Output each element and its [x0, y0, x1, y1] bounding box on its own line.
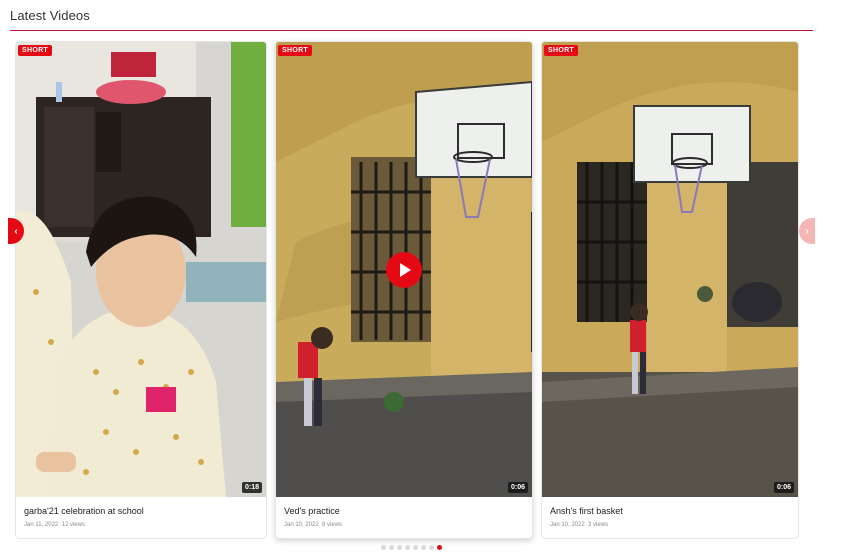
carousel-next-button[interactable]: ›: [799, 218, 815, 244]
short-badge: SHORT: [278, 45, 312, 56]
video-carousel: SHORT 0:18 garba'21 celebration at schoo…: [0, 30, 846, 556]
chevron-left-icon: ‹: [14, 225, 18, 237]
video-title[interactable]: Ansh's first basket: [550, 506, 623, 516]
video-meta: Jan 10, 2022 8 views: [284, 522, 342, 528]
pagination-dot[interactable]: [429, 545, 434, 550]
video-card[interactable]: SHORT 0:18 garba'21 celebration at schoo…: [15, 41, 267, 539]
video-views: 12 views: [61, 522, 85, 528]
section-title: Latest Videos: [10, 8, 90, 23]
video-title[interactable]: Ved's practice: [284, 506, 340, 516]
short-badge: SHORT: [544, 45, 578, 56]
video-thumbnail[interactable]: SHORT 0:06: [542, 42, 798, 497]
duration-label: 0:06: [507, 482, 528, 493]
play-icon: [400, 262, 411, 277]
video-date: Jan 10, 2022: [550, 522, 585, 528]
video-meta: Jan 10, 2022 3 views: [550, 522, 608, 528]
carousel-pagination: [381, 545, 442, 550]
video-date: Jan 11, 2022: [24, 522, 59, 528]
video-date: Jan 10, 2022: [284, 522, 319, 528]
pagination-dot[interactable]: [421, 545, 426, 550]
pagination-dot[interactable]: [389, 545, 394, 550]
video-card[interactable]: SHORT 0:06 Ansh's first basket Jan 10, 2…: [541, 41, 799, 539]
video-title[interactable]: garba'21 celebration at school: [24, 506, 144, 516]
short-badge: SHORT: [18, 45, 52, 56]
duration-label: 0:18: [241, 482, 262, 493]
video-thumbnail[interactable]: SHORT 0:18: [16, 42, 266, 497]
thumbnail-image: [542, 42, 798, 497]
pagination-dot[interactable]: [381, 545, 386, 550]
video-meta: Jan 11, 2022 12 views: [24, 522, 85, 528]
video-card[interactable]: SHORT 0:06 Ved's practice Jan 10, 2022 8…: [275, 41, 533, 539]
thumbnail-image: [16, 42, 266, 497]
pagination-dot[interactable]: [437, 545, 442, 550]
video-views: 8 views: [322, 522, 343, 528]
video-views: 3 views: [588, 522, 609, 528]
duration-label: 0:06: [773, 482, 794, 493]
pagination-dot[interactable]: [413, 545, 418, 550]
video-thumbnail[interactable]: SHORT 0:06: [276, 42, 532, 497]
pagination-dot[interactable]: [397, 545, 402, 550]
pagination-dot[interactable]: [405, 545, 410, 550]
play-button[interactable]: [386, 251, 422, 288]
chevron-right-icon: ›: [805, 225, 809, 237]
section-header: Latest Videos: [10, 0, 813, 31]
